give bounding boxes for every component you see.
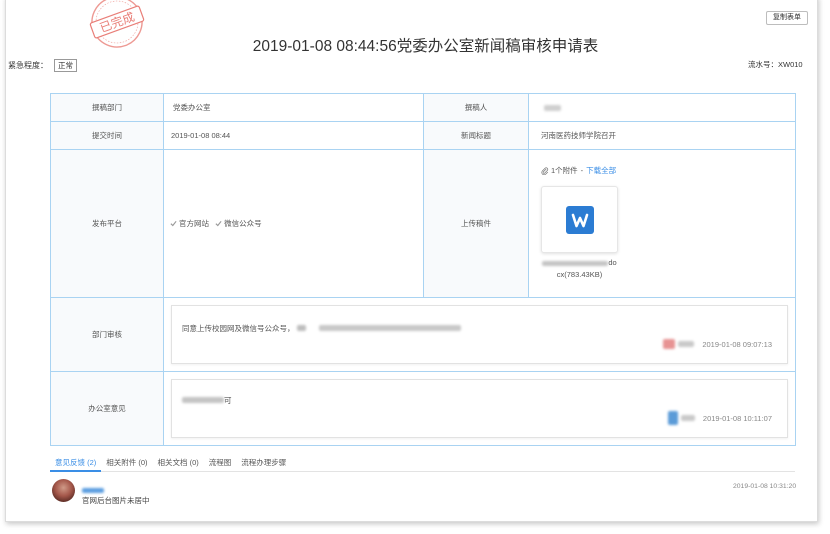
avatar bbox=[52, 479, 75, 502]
dept-value: 党委办公室 bbox=[163, 93, 424, 122]
check-icon bbox=[170, 220, 177, 227]
bottom-tabs: 意见反馈 (2) 相关附件 (0) 相关文档 (0) 流程图 流程办理步骤 bbox=[50, 455, 795, 472]
upload-value: 1个附件 - 下载全部 do cx(783.43KB) bbox=[528, 149, 796, 298]
redacted-commenter-name bbox=[82, 488, 104, 494]
author-value bbox=[528, 93, 796, 122]
approval-form-page: 已完成 复制表单 2019-01-08 08:44:56党委办公室新闻稿审核申请… bbox=[0, 0, 830, 534]
redacted-text bbox=[296, 325, 306, 331]
table-row: 发布平台 官方网站 微信公众号 上传稿件 1个附件 - 下载全部 do cx(7… bbox=[50, 149, 796, 298]
upload-label: 上传稿件 bbox=[423, 149, 529, 298]
platform-label: 发布平台 bbox=[50, 149, 164, 298]
redacted-text bbox=[182, 397, 224, 403]
dept-review-comment: 同意上传校园网及微信号公众号， bbox=[182, 323, 295, 333]
tab-related-documents[interactable]: 相关文档 (0) bbox=[153, 455, 204, 472]
urgency-label: 紧急程度： bbox=[8, 60, 48, 70]
file-name-tail: do bbox=[608, 258, 617, 267]
copy-form-button[interactable]: 复制表单 bbox=[766, 11, 808, 25]
dept-review-time: 2019-01-08 09:07:13 bbox=[702, 339, 772, 349]
dept-label: 撰稿部门 bbox=[50, 93, 164, 122]
serial-number: 流水号：XW010 bbox=[748, 59, 818, 71]
news-title-value: 河南医药技师学院召开 bbox=[528, 121, 796, 150]
submit-time-value: 2019-01-08 08:44 bbox=[163, 121, 424, 150]
table-row: 撰稿部门 党委办公室 撰稿人 bbox=[50, 93, 796, 122]
office-opinion-time: 2019-01-08 10:11:07 bbox=[702, 413, 772, 423]
stamp-text: 已完成 bbox=[98, 9, 137, 35]
form-table: 撰稿部门 党委办公室 撰稿人 提交时间 2019-01-08 08:44 新闻标… bbox=[50, 93, 796, 446]
dept-review-cell: 同意上传校园网及微信号公众号， 2019-01-08 09:07:13 bbox=[163, 297, 796, 372]
serial-value: XW010 bbox=[778, 60, 803, 69]
word-file-card[interactable] bbox=[541, 186, 618, 253]
office-opinion-box: 可 2019-01-08 10:11:07 bbox=[171, 379, 788, 438]
platform-option: 官方网站 bbox=[170, 218, 209, 229]
redacted-reviewer-name bbox=[678, 341, 695, 347]
check-icon bbox=[215, 220, 222, 227]
platform-label-text: 官方网站 bbox=[179, 219, 209, 228]
page-title: 2019-01-08 08:44:56党委办公室新闻稿审核申请表 bbox=[252, 38, 599, 55]
urgency: 紧急程度： 正常 bbox=[8, 58, 77, 72]
download-all-link[interactable]: 下载全部 bbox=[586, 165, 616, 177]
completed-stamp: 已完成 bbox=[89, 0, 145, 48]
author-label: 撰稿人 bbox=[423, 93, 529, 122]
platform-value: 官方网站 微信公众号 bbox=[163, 149, 424, 298]
office-opinion-text: 可 bbox=[182, 394, 232, 406]
attachment-count: 1个附件 bbox=[551, 166, 578, 175]
dept-review-signature: 2019-01-08 09:07:13 bbox=[663, 337, 772, 351]
office-opinion-cell: 可 2019-01-08 10:11:07 bbox=[163, 371, 796, 446]
submit-time-label: 提交时间 bbox=[50, 121, 164, 150]
tab-related-attachments[interactable]: 相关附件 (0) bbox=[101, 455, 152, 472]
reviewer-avatar bbox=[667, 411, 678, 425]
platform-label-text: 微信公众号 bbox=[224, 219, 262, 228]
office-opinion-label: 办公室意见 bbox=[50, 371, 164, 446]
redacted-text bbox=[318, 325, 461, 331]
redacted-file-name bbox=[542, 260, 609, 266]
table-row: 提交时间 2019-01-08 08:44 新闻标题 河南医药技师学院召开 bbox=[50, 121, 796, 150]
office-opinion-signature: 2019-01-08 10:11:07 bbox=[667, 411, 772, 425]
tab-feedback[interactable]: 意见反馈 (2) bbox=[50, 455, 102, 472]
urgency-value: 正常 bbox=[54, 58, 77, 72]
redacted-reviewer-name bbox=[680, 415, 695, 421]
tab-flowchart[interactable]: 流程图 bbox=[204, 455, 237, 472]
office-opinion-tail: 可 bbox=[224, 395, 232, 405]
dept-review-label: 部门审核 bbox=[50, 297, 164, 372]
news-title-label: 新闻标题 bbox=[423, 121, 529, 150]
comment-time: 2019-01-08 10:31:20 bbox=[733, 483, 797, 490]
dept-review-text: 同意上传校园网及微信号公众号， bbox=[182, 322, 461, 334]
comment-text: 官网后台图片未居中 bbox=[82, 496, 150, 505]
serial-label: 流水号： bbox=[748, 60, 778, 69]
attachment-separator: - bbox=[580, 166, 584, 175]
redacted-author-name bbox=[544, 105, 561, 112]
file-name: do bbox=[541, 257, 618, 269]
reviewer-avatar bbox=[663, 339, 676, 349]
table-row: 办公室意见 可 2019-01-08 10:11:07 bbox=[50, 371, 796, 446]
paperclip-icon bbox=[541, 167, 549, 175]
tab-process-steps[interactable]: 流程办理步骤 bbox=[236, 455, 291, 472]
attachment-header: 1个附件 - 下载全部 bbox=[541, 165, 795, 177]
dept-review-box: 同意上传校园网及微信号公众号， 2019-01-08 09:07:13 bbox=[171, 305, 788, 364]
file-name-size: cx(783.43KB) bbox=[556, 270, 603, 279]
platform-option: 微信公众号 bbox=[215, 218, 262, 229]
table-row: 部门审核 同意上传校园网及微信号公众号， 2019-01-08 09:07:13 bbox=[50, 297, 796, 372]
word-icon bbox=[565, 205, 594, 234]
